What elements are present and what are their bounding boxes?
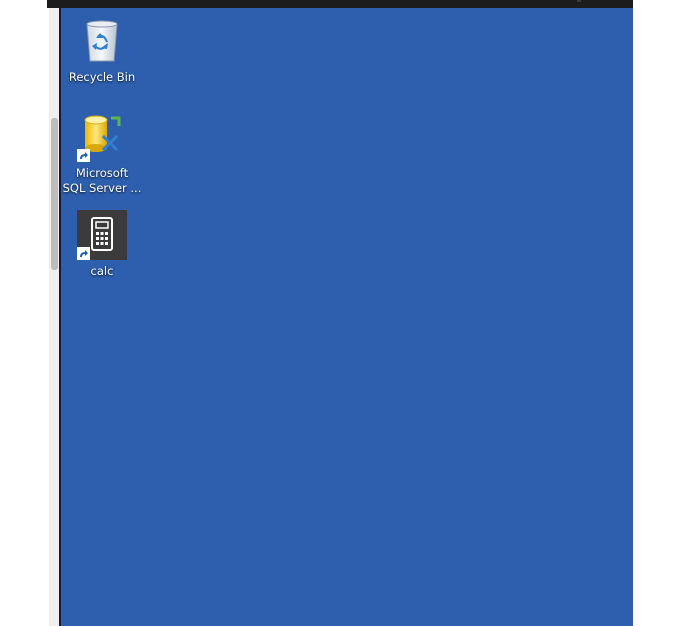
shortcut-arrow-icon: [77, 149, 90, 162]
sql-server-icon: [77, 112, 127, 162]
desktop-icon-calc[interactable]: calc: [60, 210, 144, 279]
calculator-icon: [77, 210, 127, 260]
recycle-bin-icon: [77, 16, 127, 66]
desktop-icon-recycle-bin[interactable]: Recycle Bin: [60, 16, 144, 85]
desktop-icon-label: Recycle Bin: [68, 70, 136, 84]
screen: Recycle Bin Microsoft SQL Server ... cal…: [0, 0, 680, 626]
desktop[interactable]: Recycle Bin Microsoft SQL Server ... cal…: [59, 8, 633, 626]
desktop-icon-label: Microsoft SQL Server ...: [62, 166, 142, 195]
desktop-icon-sql-server[interactable]: Microsoft SQL Server ...: [60, 112, 144, 196]
scrollbar-thumb[interactable]: [51, 118, 58, 270]
shortcut-arrow-icon: [77, 247, 90, 260]
top-bar-marker: [577, 0, 581, 2]
window-top-bar: [47, 0, 633, 8]
vertical-scrollbar[interactable]: [49, 0, 59, 626]
desktop-icon-label: calc: [90, 264, 114, 278]
